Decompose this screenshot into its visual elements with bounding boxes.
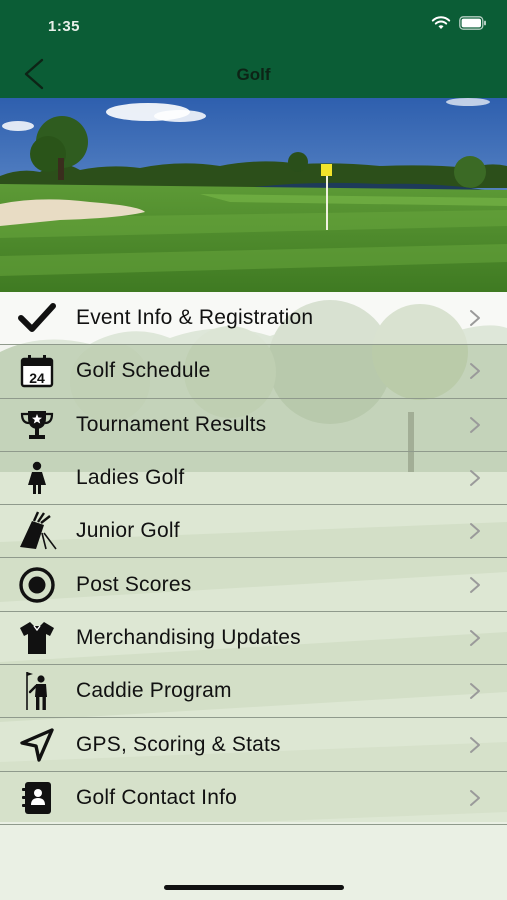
menu-item-label: Merchandising Updates [76,625,301,649]
menu-item-label: Golf Contact Info [76,785,237,809]
calendar-icon: 24 [16,352,58,390]
page-title: Golf [236,65,271,84]
menu-item-golf-schedule[interactable]: 24 Golf Schedule [0,345,507,399]
menu-item-label: Junior Golf [76,519,180,543]
menu-item-golf-contact-info[interactable]: Golf Contact Info [0,772,507,825]
menu-item-gps-scoring-stats[interactable]: GPS, Scoring & Stats [0,718,507,772]
home-indicator[interactable] [164,885,344,890]
menu-item-caddie-program[interactable]: Caddie Program [0,665,507,719]
menu-item-merchandising-updates[interactable]: Merchandising Updates [0,612,507,666]
menu-list: Event Info & Registration 24 Golf Schedu… [0,292,507,825]
header-bar: 1:35 Golf [0,0,507,98]
chevron-right-icon [470,310,480,327]
woman-icon [16,459,58,497]
menu-item-ladies-golf[interactable]: Ladies Golf [0,452,507,506]
chevron-right-icon [470,363,480,380]
menu-item-event-info[interactable]: Event Info & Registration [0,292,507,346]
menu-item-label: Golf Schedule [76,359,211,383]
chevron-right-icon [470,416,480,433]
chevron-right-icon [470,629,480,646]
chevron-right-icon [470,683,480,700]
chevron-right-icon [470,470,480,487]
chevron-right-icon [470,523,480,540]
menu-item-label: Event Info & Registration [76,306,314,330]
hero-image [0,98,507,292]
chevron-right-icon [470,789,480,806]
menu-item-label: Tournament Results [76,412,267,436]
status-icons [431,16,487,30]
trophy-icon [16,406,58,444]
chevron-right-icon [470,736,480,753]
battery-icon [459,16,486,30]
calendar-icon-number: 24 [29,370,45,386]
menu-item-junior-golf[interactable]: Junior Golf [0,505,507,559]
target-icon [16,566,58,604]
menu-item-label: Post Scores [76,572,192,596]
checkmark-icon [16,299,58,337]
status-time: 1:35 [48,18,81,35]
menu-item-label: Ladies Golf [76,466,185,490]
menu-item-label: GPS, Scoring & Stats [76,732,281,756]
chevron-right-icon [470,576,480,593]
contact-book-icon [16,779,58,817]
wifi-icon [431,16,451,29]
shirt-icon [16,619,58,657]
menu-item-tournament-results[interactable]: Tournament Results [0,399,507,452]
menu-item-post-scores[interactable]: Post Scores [0,558,507,612]
menu-item-label: Caddie Program [76,679,232,703]
location-arrow-icon [16,726,58,764]
golf-bag-icon [16,511,58,550]
golfer-icon [16,672,58,711]
